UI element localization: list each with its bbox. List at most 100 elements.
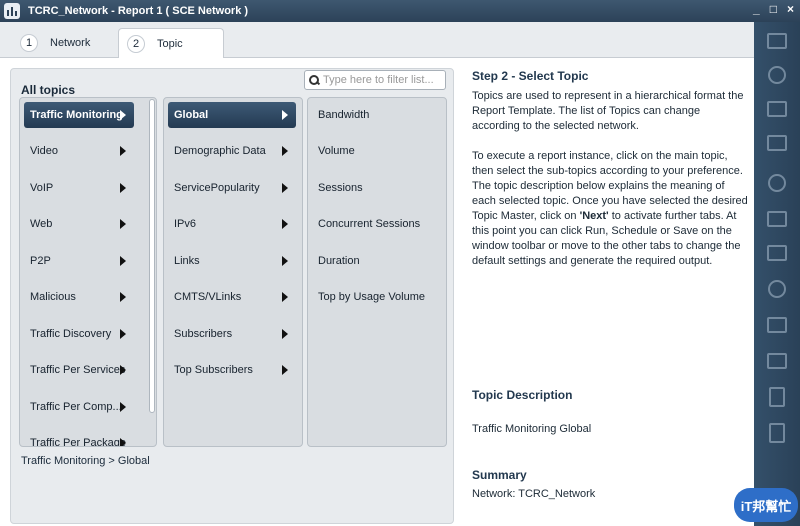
topic-label: Video [30,145,58,157]
next-icon[interactable] [759,26,795,56]
filter-input[interactable] [323,74,441,86]
alarm-icon[interactable] [759,60,795,90]
subtopic-label: Links [174,255,200,267]
subtopic-item[interactable]: Global [168,102,296,128]
breadcrumb: Traffic Monitoring > Global [21,455,150,467]
chevron-right-icon [120,329,126,339]
chevron-right-icon [120,146,126,156]
intro-paragraph: Topics are used to represent in a hierar… [472,90,744,132]
chevron-right-icon [282,183,288,193]
topic-label: Web [30,218,53,230]
maximize-button[interactable]: □ [770,2,777,16]
summary-text: Network: TCRC_Network [472,488,596,500]
chevron-right-icon [282,110,288,120]
split-icon[interactable] [759,128,795,158]
filter-box[interactable] [304,70,446,90]
summary-title: Summary [472,468,527,482]
chevron-right-icon [120,183,126,193]
topic-item[interactable]: VoIP [24,175,134,201]
monitor-icon[interactable] [759,346,795,376]
topic-column-main: Traffic Monitoring Video VoIP Web P2P Ma… [19,97,157,447]
topic-label: Traffic Per Comp... [30,401,122,413]
subtopic-item[interactable]: Demographic Data [168,138,296,164]
topic-label: Traffic Per Services [30,364,126,376]
subtopic-item[interactable]: Top Subscribers [168,357,296,383]
chevron-right-icon [120,365,126,375]
pin-icon[interactable] [759,274,795,304]
chevron-right-icon [282,329,288,339]
subtopic-label: Top Subscribers [174,364,253,376]
topic-description-text: Traffic Monitoring Global [472,423,592,435]
panel-title: All topics [21,83,76,97]
topic-label: Traffic Per Package [30,437,126,447]
chevron-right-icon [282,219,288,229]
leaf-topic-item[interactable]: Volume [312,138,442,164]
close-button[interactable]: × [787,2,794,16]
tab-topic[interactable]: 2 Topic [118,28,224,59]
chevron-right-icon [120,110,126,120]
subtopic-item[interactable]: Subscribers [168,321,296,347]
subtopic-label: IPv6 [174,218,197,230]
topic-column-leaf: Bandwidth Volume Sessions Concurrent Ses… [307,97,447,447]
topic-label: Malicious [30,291,76,303]
download-icon[interactable] [759,94,795,124]
topic-description-title: Topic Description [472,388,573,402]
tab-strip: 1 Network 2 Topic [0,22,754,59]
leaf-topic-item[interactable]: Duration [312,248,442,274]
subtopic-label: Demographic Data [174,145,266,157]
topic-scrollbar[interactable] [148,97,156,447]
window-title: TCRC_Network - Report 1 ( SCE Network ) [28,5,249,17]
topic-item[interactable]: Traffic Per Services [24,357,134,383]
topics-panel: All topics Traffic Monitoring Video VoIP… [10,68,454,524]
topic-item[interactable]: Traffic Per Package [24,430,134,447]
minimize-button[interactable]: _ [753,2,760,16]
pdf-icon[interactable] [759,382,795,412]
topic-item[interactable]: Traffic Per Comp... [24,394,134,420]
topic-item[interactable]: P2P [24,248,134,274]
subtopic-item[interactable]: IPv6 [168,211,296,237]
leaf-topic-item[interactable]: Sessions [312,175,442,201]
chevron-right-icon [120,256,126,266]
chevron-right-icon [282,365,288,375]
leaf-topic-item[interactable]: Top by Usage Volume [312,284,442,310]
subtopic-label: ServicePopularity [174,182,260,194]
subtopic-item[interactable]: ServicePopularity [168,175,296,201]
topic-label: VoIP [30,182,54,194]
scrollbar-thumb[interactable] [149,99,155,413]
tab-number: 1 [20,34,38,52]
watermark-logo: iT邦幫忙 [734,488,798,522]
instructions-paragraph: To execute a report instance, click on t… [472,149,748,269]
chevron-right-icon [120,438,126,446]
tab-label: Topic [157,37,183,50]
chevron-right-icon [282,292,288,302]
topic-item[interactable]: Video [24,138,134,164]
topic-item[interactable]: Malicious [24,284,134,310]
chevron-right-icon [120,292,126,302]
tab-label: Network [50,37,91,49]
excel-icon[interactable] [759,418,795,448]
topic-item[interactable]: Traffic Discovery [24,321,134,347]
topic-column-sub: Global Demographic Data ServicePopularit… [163,97,303,447]
chevron-right-icon [120,219,126,229]
topic-item[interactable]: Traffic Monitoring [24,102,134,128]
chevron-right-icon [120,402,126,412]
subtopic-item[interactable]: Links [168,248,296,274]
next-emphasis: 'Next' [579,210,609,222]
upload-icon[interactable] [759,238,795,268]
topic-label: Traffic Discovery [30,328,112,340]
title-bar: TCRC_Network - Report 1 ( SCE Network ) … [0,0,800,22]
topic-item[interactable]: Web [24,211,134,237]
network-icon[interactable] [759,168,795,198]
leaf-topic-item[interactable]: Concurrent Sessions [312,211,442,237]
right-toolbar [754,22,800,526]
chevron-right-icon [282,256,288,266]
app-icon [4,3,20,19]
mail-icon[interactable] [759,310,795,340]
leaf-topic-item[interactable]: Bandwidth [312,102,442,128]
subtopic-label: CMTS/VLinks [174,291,242,303]
layout-icon[interactable] [759,204,795,234]
tab-network[interactable]: 1 Network [14,28,118,58]
subtopic-label: Subscribers [174,328,233,340]
chevron-right-icon [282,146,288,156]
subtopic-item[interactable]: CMTS/VLinks [168,284,296,310]
